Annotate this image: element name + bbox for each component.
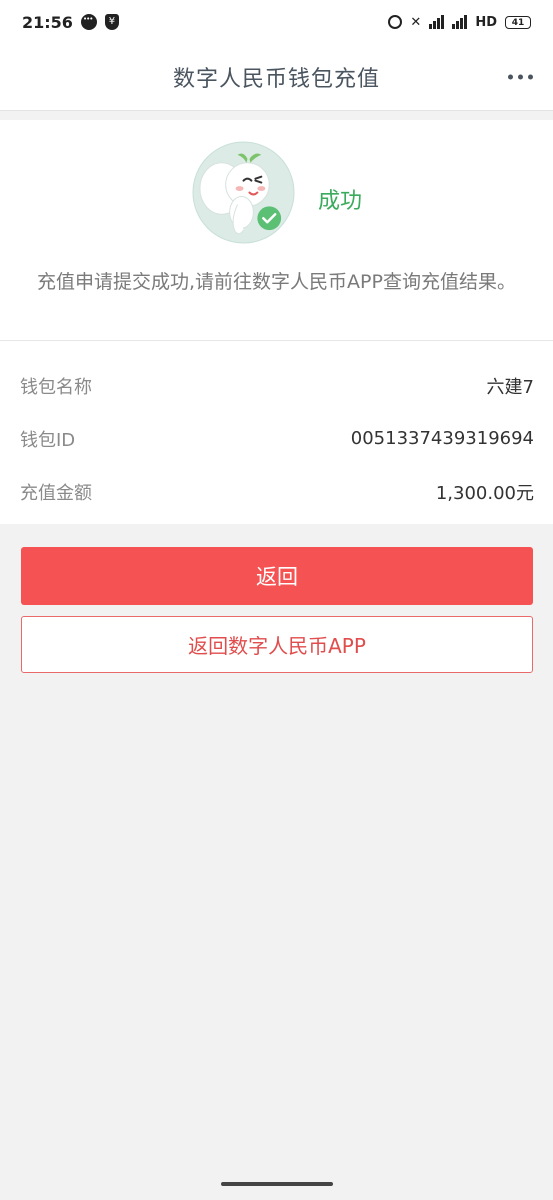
signal-icon [429,15,445,29]
page-title: 数字人民币钱包充值 [172,67,380,92]
result-card: 成功 充值申请提交成功,请前往数字人民币APP查询充值结果。 [0,120,553,341]
elephant-mascot-icon [192,141,295,244]
detail-row-wallet-name: 钱包名称 六建7 [0,359,553,412]
more-options-icon[interactable] [502,69,539,86]
detail-label: 钱包ID [20,429,76,451]
hd-indicator: HD [475,14,497,30]
nav-bar: 数字人民币钱包充值 [0,44,553,111]
status-time: 21:56 [22,12,73,32]
battery-icon: 41 [505,15,531,29]
wallet-details: 钱包名称 六建7 钱包ID 0051337439319694 充值金额 1,30… [0,341,553,524]
home-indicator[interactable] [220,1182,333,1186]
detail-label: 钱包名称 [20,376,92,398]
status-bar: 21:56 ¥ ✕ HD 41 [0,0,553,44]
vibrate-off-icon: ✕ [410,14,422,30]
message-notification-icon [80,14,97,30]
detail-label: 充值金额 [20,482,92,504]
result-status: 成功 [318,189,363,214]
alarm-icon [388,15,403,29]
detail-value: 六建7 [486,376,534,398]
status-bar-right: ✕ HD 41 [388,15,531,30]
detail-value: 1,300.00元 [435,482,534,504]
detail-row-wallet-id: 钱包ID 0051337439319694 [0,412,553,465]
section-divider [0,111,553,120]
signal-icon [452,15,468,29]
detail-value: 0051337439319694 [350,428,534,449]
status-bar-left: 21:56 ¥ [22,13,119,32]
back-button[interactable]: 返回 [21,547,533,605]
back-to-app-button[interactable]: 返回数字人民币APP [21,616,533,673]
wallet-notification-icon: ¥ [104,14,119,30]
detail-row-amount: 充值金额 1,300.00元 [0,465,553,518]
result-message: 充值申请提交成功,请前往数字人民币APP查询充值结果。 [37,271,516,293]
action-buttons: 返回 返回数字人民币APP [0,524,553,673]
